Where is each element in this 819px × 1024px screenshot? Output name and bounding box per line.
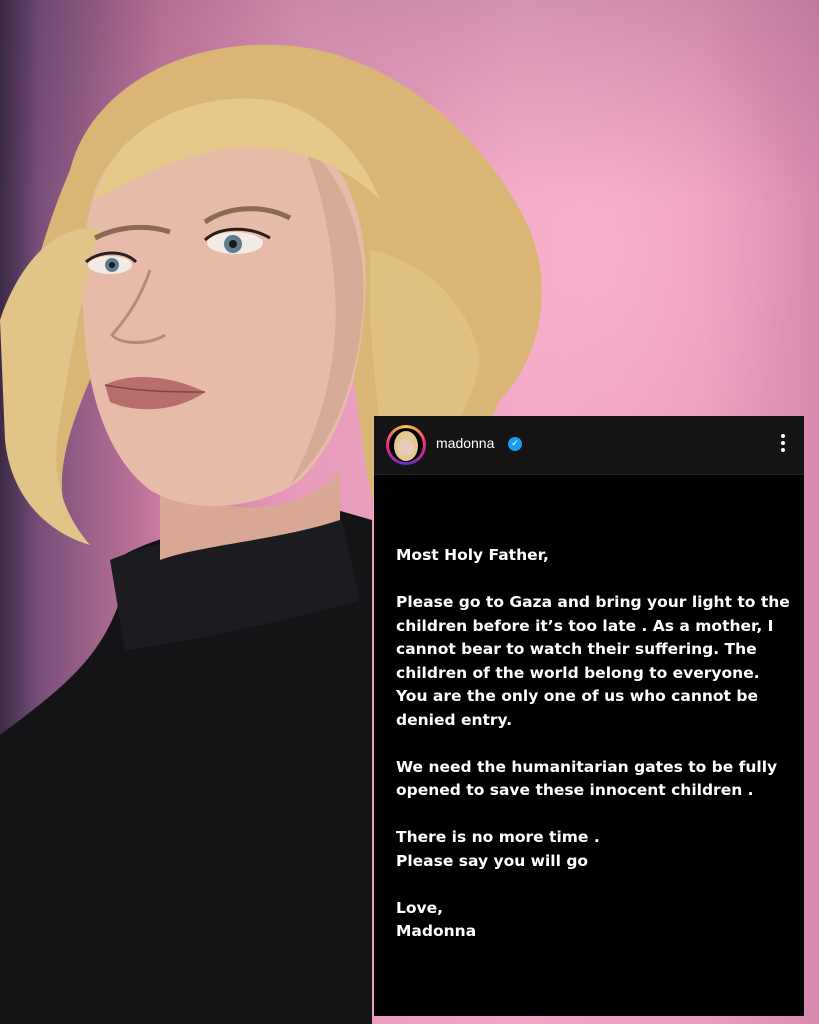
letter-body: Most Holy Father, Please go to Gaza and …: [396, 544, 794, 944]
signature: Madonna: [396, 922, 477, 940]
paragraph-1b: You are the only one of us who cannot be…: [396, 687, 758, 729]
closing: Love,: [396, 898, 444, 917]
avatar-image: [389, 428, 423, 462]
salutation: Most Holy Father,: [396, 546, 549, 564]
instagram-post-card: madonna ✓ Most Holy Father, Please go to…: [374, 416, 804, 1016]
paragraph-2: We need the humanitarian gates to be ful…: [396, 757, 778, 800]
verified-badge-icon: ✓: [508, 437, 522, 451]
paragraph-3b: Please say you will go: [396, 851, 589, 870]
username-link[interactable]: madonna: [436, 435, 494, 451]
paragraph-3a: There is no more time .: [396, 828, 600, 846]
post-header: madonna ✓: [374, 416, 804, 475]
paragraph-1: Please go to Gaza and bring your light t…: [396, 593, 790, 682]
more-vertical-icon[interactable]: [780, 432, 786, 456]
profile-avatar[interactable]: [386, 425, 426, 465]
